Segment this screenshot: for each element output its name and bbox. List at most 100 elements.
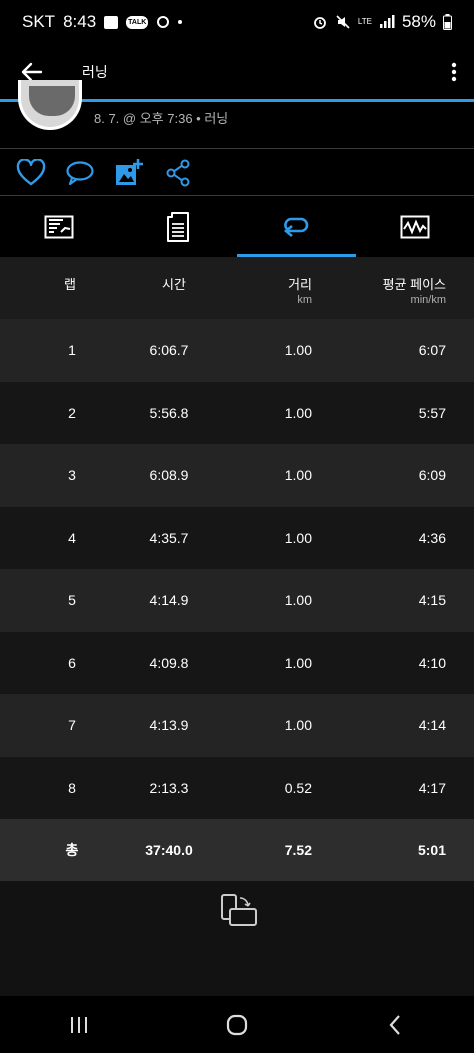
tab-graphs[interactable] — [356, 197, 474, 257]
battery-icon — [443, 14, 452, 30]
lap-distance: 1.00 — [284, 592, 312, 609]
lap-distance: 1.00 — [284, 467, 312, 484]
lap-pace: 4:15 — [418, 592, 446, 609]
arrow-left-icon — [21, 62, 43, 82]
chevron-left-icon — [389, 1014, 400, 1035]
lap-pace: 4:10 — [418, 654, 446, 671]
header-pace: 평균 페이스 — [382, 277, 446, 292]
lap-number: 4 — [68, 529, 76, 546]
header-time: 시간 — [162, 277, 186, 292]
table-header: 랩 시간 거리 km 평균 페이스 min/km — [0, 257, 474, 319]
social-actions — [0, 150, 474, 195]
table-row[interactable]: 7 4:13.9 1.00 4:14 — [0, 694, 474, 757]
lap-number: 5 — [68, 592, 76, 609]
total-time: 37:40.0 — [145, 842, 193, 858]
document-icon — [166, 212, 189, 242]
recent-apps-icon — [71, 1016, 87, 1033]
lap-distance: 1.00 — [284, 529, 312, 546]
lap-pace: 4:17 — [418, 779, 446, 796]
comment-button[interactable] — [65, 158, 95, 188]
lap-distance: 1.00 — [284, 404, 312, 421]
tab-bar — [0, 197, 474, 257]
lap-time: 2:13.3 — [149, 779, 189, 796]
lap-distance: 0.52 — [284, 779, 312, 796]
share-icon — [166, 159, 190, 186]
table-row[interactable]: 5 4:14.9 1.00 4:15 — [0, 569, 474, 632]
page-title: 러닝 — [82, 64, 108, 80]
recent-apps-button[interactable] — [49, 1005, 109, 1045]
tab-summary[interactable] — [0, 197, 119, 257]
header-distance: 거리 — [288, 277, 312, 292]
home-button[interactable] — [207, 1005, 267, 1045]
header-lap: 랩 — [64, 277, 76, 292]
more-options-button[interactable] — [434, 48, 474, 96]
lap-number: 8 — [68, 779, 76, 796]
lap-time: 6:06.7 — [149, 342, 189, 359]
lap-pace: 5:57 — [418, 404, 446, 421]
laps-icon — [284, 217, 309, 237]
header-distance-unit: km — [297, 294, 312, 306]
lap-distance: 1.00 — [284, 654, 312, 671]
lap-distance: 1.00 — [284, 717, 312, 734]
tab-details[interactable] — [119, 197, 238, 257]
lap-time: 6:08.9 — [149, 467, 189, 484]
table-row[interactable]: 2 5:56.8 1.00 5:57 — [0, 381, 474, 444]
mute-icon — [336, 15, 350, 29]
running-notification-icon — [157, 16, 170, 28]
home-icon — [226, 1014, 248, 1035]
like-button[interactable] — [16, 158, 46, 188]
graph-icon — [400, 215, 430, 239]
lap-pace: 4:36 — [418, 529, 446, 546]
heart-icon — [16, 158, 46, 185]
lap-number: 6 — [68, 654, 76, 671]
battery-level: 58% — [401, 12, 436, 31]
total-pace: 5:01 — [417, 842, 446, 858]
lap-time: 4:13.9 — [149, 717, 189, 734]
alarm-icon — [313, 17, 326, 29]
lap-time: 4:35.7 — [149, 529, 189, 546]
status-bar: SKT 8:43 TALK LTE 58% — [0, 0, 474, 44]
lap-pace: 4:14 — [418, 717, 446, 734]
add-photo-button[interactable] — [114, 158, 144, 188]
system-nav-bar — [0, 996, 474, 1053]
share-button[interactable] — [163, 158, 193, 188]
rotate-screen-button[interactable] — [216, 889, 260, 933]
header-pace-unit: min/km — [410, 294, 446, 306]
lap-number: 1 — [68, 342, 76, 359]
laps-table: 랩 시간 거리 km 평균 페이스 min/km 1 6:06.7 1.00 6… — [0, 257, 474, 881]
table-row[interactable]: 1 6:06.7 1.00 6:07 — [0, 319, 474, 382]
activity-header: 8. 7. @ 오후 7:36 • 러닝 — [0, 80, 474, 148]
comment-icon — [66, 160, 94, 185]
avatar[interactable] — [18, 80, 82, 130]
lap-time: 4:09.8 — [149, 654, 189, 671]
chart-icon — [44, 215, 74, 239]
talk-notification-icon: TALK — [126, 15, 149, 29]
lap-time: 4:14.9 — [149, 592, 189, 609]
more-notifications-icon — [178, 20, 183, 24]
divider — [0, 195, 474, 196]
lap-distance: 1.00 — [284, 342, 312, 359]
table-row[interactable]: 6 4:09.8 1.00 4:10 — [0, 631, 474, 694]
more-vertical-icon — [451, 62, 457, 82]
lap-number: 2 — [68, 404, 76, 421]
lap-number: 7 — [68, 717, 76, 734]
table-body: 1 6:06.7 1.00 6:07 2 5:56.8 1.00 5:57 3 … — [0, 319, 474, 819]
lap-pace: 6:07 — [418, 342, 446, 359]
lap-time: 5:56.8 — [149, 404, 189, 421]
carrier-label: SKT — [22, 12, 56, 31]
lap-pace: 6:09 — [418, 467, 446, 484]
table-row[interactable]: 4 4:35.7 1.00 4:36 — [0, 506, 474, 569]
signal-icon — [379, 15, 395, 28]
divider — [0, 148, 474, 149]
bottom-area — [0, 881, 474, 996]
rotate-screen-icon — [221, 894, 257, 926]
table-row[interactable]: 3 6:08.9 1.00 6:09 — [0, 444, 474, 507]
table-row[interactable]: 8 2:13.3 0.52 4:17 — [0, 756, 474, 819]
network-type: LTE — [357, 17, 372, 26]
tab-laps[interactable] — [237, 197, 356, 257]
activity-meta: 8. 7. @ 오후 7:36 • 러닝 — [94, 111, 229, 126]
add-photo-icon — [116, 158, 143, 185]
total-label: 총 — [65, 842, 79, 858]
lap-number: 3 — [68, 467, 76, 484]
nav-back-button[interactable] — [365, 1005, 425, 1045]
